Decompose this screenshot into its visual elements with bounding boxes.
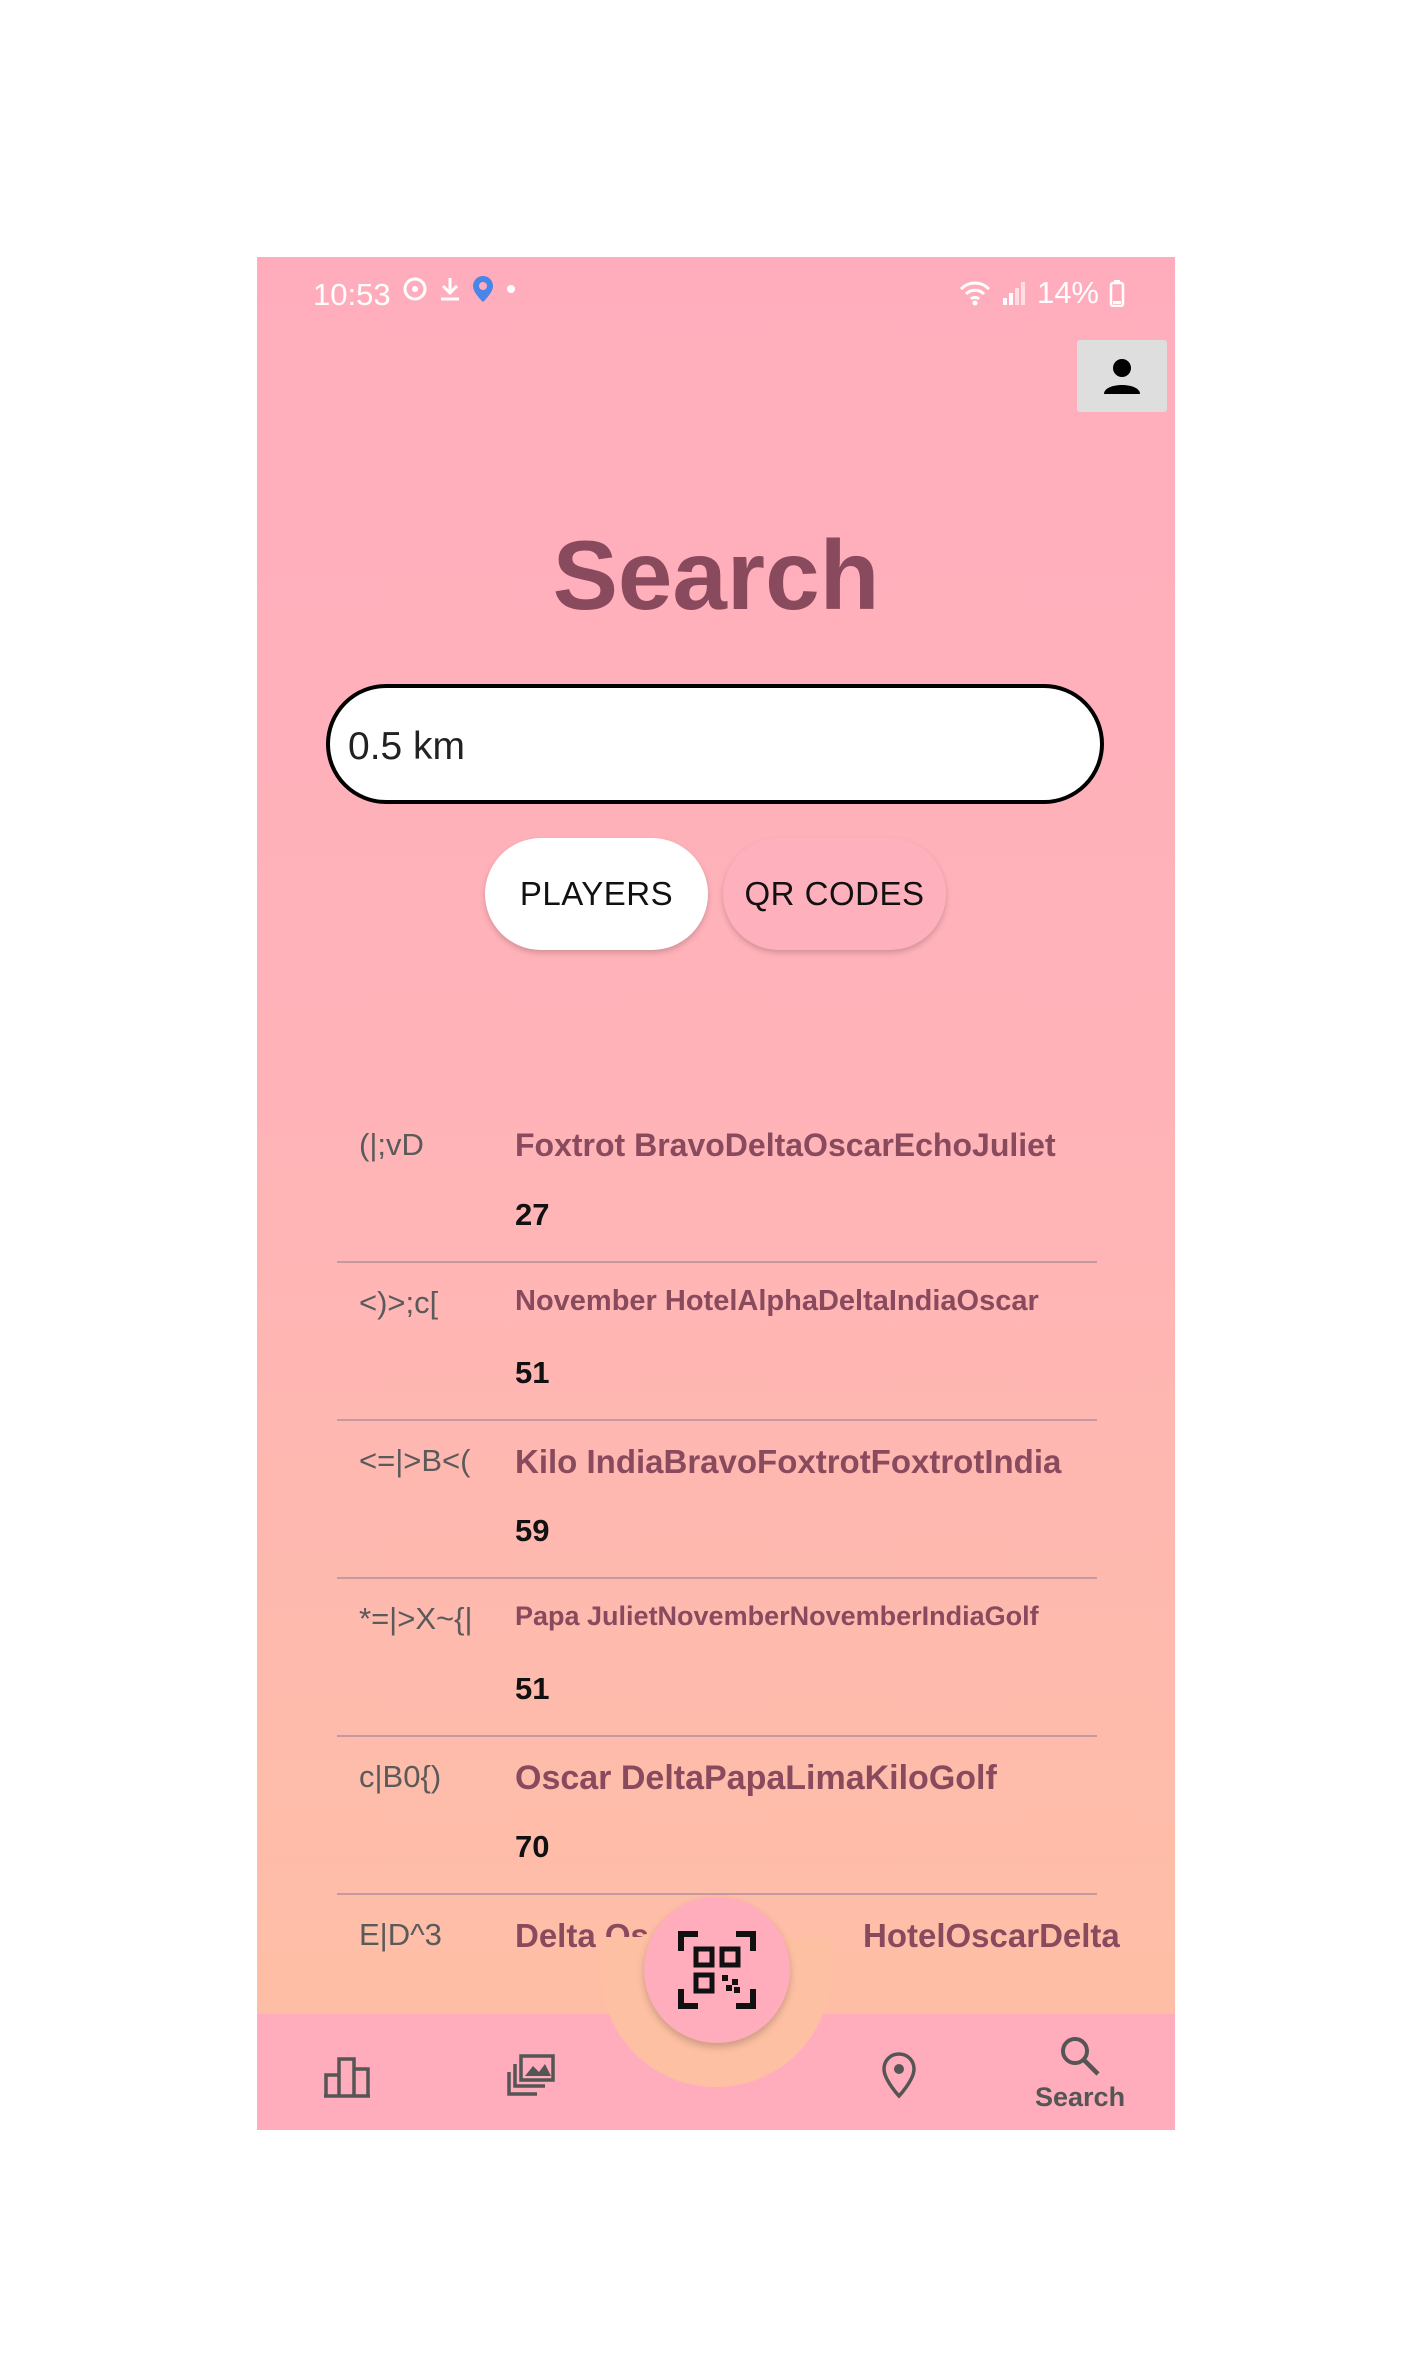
qr-code-face: <=|>B<(: [359, 1443, 471, 1478]
search-input[interactable]: [346, 718, 1070, 776]
qr-code-score: 59: [515, 1513, 550, 1548]
qr-code-name-tail: HotelOscarDelta: [863, 1917, 1120, 1954]
qr-code-score: 51: [515, 1355, 550, 1390]
list-item[interactable]: *=|>X~{| Papa JulietNovemberNovemberIndi…: [337, 1579, 1097, 1737]
qr-code-name: November HotelAlphaDeltaIndiaOscar: [515, 1285, 1039, 1317]
dot-icon: [507, 285, 515, 293]
app-screen: 10:53 14% Search 0.5 km PLAYERS QR CODES…: [257, 257, 1175, 2130]
nav-leaderboard[interactable]: [323, 2055, 371, 2099]
qr-code-name: Foxtrot BravoDeltaOscarEchoJuliet: [515, 1127, 1056, 1163]
download-icon: [441, 278, 459, 301]
qr-scan-icon: [678, 1931, 756, 2009]
qr-code-score: 70: [515, 1829, 550, 1864]
qr-code-face: c|B0{): [359, 1759, 442, 1794]
nav-search[interactable]: Search: [1035, 2034, 1125, 2113]
battery-icon: [1109, 280, 1125, 307]
collection-icon: [507, 2054, 555, 2096]
qr-code-name: Papa JulietNovemberNovemberIndiaGolf: [515, 1601, 1039, 1631]
players-toggle-button[interactable]: PLAYERS: [485, 838, 708, 950]
qr-code-face: (|;vD: [359, 1127, 424, 1162]
location-icon: [882, 2052, 916, 2099]
sync-icon: [403, 277, 427, 301]
search-field[interactable]: [326, 684, 1104, 804]
qr-code-face: E|D^3: [359, 1917, 442, 1952]
battery-percent: 14%: [1036, 275, 1099, 310]
list-item[interactable]: <=|>B<( Kilo IndiaBravoFoxtrotFoxtrotInd…: [337, 1421, 1097, 1579]
nav-collection[interactable]: [507, 2052, 557, 2098]
scan-qr-fab[interactable]: [644, 1897, 790, 2043]
list-item[interactable]: <)>;c[ November HotelAlphaDeltaIndiaOsca…: [337, 1263, 1097, 1421]
list-item[interactable]: (|;vD Foxtrot BravoDeltaOscarEchoJuliet …: [337, 1105, 1097, 1263]
status-time: 10:53: [313, 277, 391, 312]
qr-code-score: 51: [515, 1671, 550, 1706]
qr-code-face: <)>;c[: [359, 1285, 439, 1320]
qr-code-name: Oscar DeltaPapaLimaKiloGolf: [515, 1759, 997, 1797]
location-pin-icon: [473, 276, 493, 302]
leaderboard-icon: [324, 2057, 370, 2098]
qr-code-name: Kilo IndiaBravoFoxtrotFoxtrotIndia: [515, 1443, 1062, 1480]
status-bar: 10:53 14%: [257, 257, 1175, 327]
profile-button[interactable]: [1077, 340, 1167, 412]
nav-search-label: Search: [1035, 2082, 1126, 2112]
qr-code-face: *=|>X~{|: [359, 1601, 473, 1636]
signal-icon: [1002, 282, 1025, 305]
list-item[interactable]: c|B0{) Oscar DeltaPapaLimaKiloGolf 70: [337, 1737, 1097, 1895]
qr-codes-toggle-button[interactable]: QR CODES: [723, 838, 946, 950]
wifi-icon: [959, 281, 991, 306]
search-icon: [1061, 2037, 1100, 2076]
nav-map[interactable]: [881, 2051, 917, 2099]
qr-code-score: 27: [515, 1197, 550, 1232]
page-title: Search: [552, 520, 880, 630]
profile-icon: [1104, 359, 1140, 394]
